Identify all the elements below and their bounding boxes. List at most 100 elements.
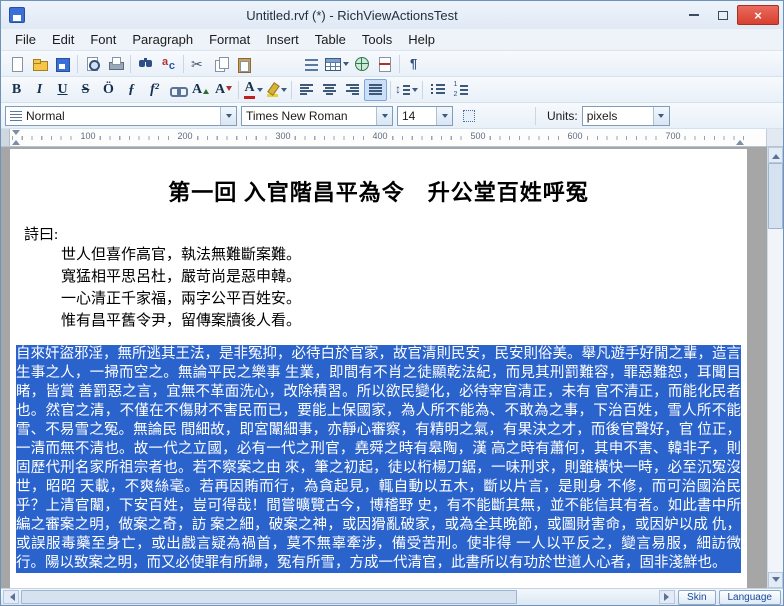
font-size-value: 14 [398,109,436,123]
vertical-scroll-thumb[interactable] [768,163,783,229]
bold-button[interactable]: B [5,79,28,101]
new-document-button[interactable] [5,53,28,75]
right-indent-marker[interactable] [736,140,744,145]
language-button[interactable]: Language [719,590,782,605]
maximize-button[interactable] [708,5,737,25]
vertical-scroll-track[interactable] [768,163,783,572]
diacritics-button[interactable]: Ö [97,79,120,101]
document-viewport[interactable]: 第一回 入官階昌平為令 升公堂百姓呼冤 詩曰: 世人但喜作高官，執法無難斷案難。… [1,147,767,588]
ruler-number: 200 [176,131,193,141]
highlight-icon [266,82,279,97]
first-line-indent-marker[interactable] [12,130,20,135]
insert-horizontal-line-button[interactable] [300,53,323,75]
close-icon: × [754,8,762,23]
open-button[interactable] [28,53,51,75]
insert-table-button[interactable] [323,53,350,75]
left-indent-marker[interactable] [12,140,20,145]
font-name-combo[interactable]: Times New Roman [241,106,393,126]
link-button[interactable] [166,79,189,101]
horizontal-scroll-track[interactable] [21,590,657,604]
scroll-left-button[interactable] [3,590,19,604]
document-area: 第一回 入官階昌平為令 升公堂百姓呼冤 詩曰: 世人但喜作高官，執法無難斷案難。… [1,147,783,588]
units-combo[interactable]: pixels [582,106,670,126]
chevron-down-icon[interactable] [653,107,669,125]
menu-file[interactable]: File [7,30,44,49]
ruler-number: 100 [79,131,96,141]
separator [130,55,131,73]
minimize-icon [689,14,699,16]
formatting-marks-button[interactable] [403,53,426,75]
horizontal-ruler[interactable]: 100 200 300 400 500 600 700 [10,129,766,146]
underline-button[interactable]: U [51,79,74,101]
poem-intro: 詩曰: [24,223,741,244]
font-color-button[interactable]: A [242,79,265,101]
italic-button[interactable]: I [28,79,51,101]
open-folder-icon [31,56,48,72]
ruler-origin-box [1,129,10,146]
strikethrough-button[interactable]: S [74,79,97,101]
subscript-button[interactable]: ƒ [120,79,143,101]
numbering-button[interactable] [449,79,472,101]
shrink-font-button[interactable]: A [212,79,235,101]
separator [77,55,78,73]
save-button[interactable] [51,53,74,75]
ruler-number: 300 [274,131,291,141]
chevron-down-icon[interactable] [436,107,452,125]
find-button[interactable] [134,53,157,75]
scroll-down-button[interactable] [768,572,783,588]
ruler-number: 600 [566,131,583,141]
align-right-button[interactable] [341,79,364,101]
font-size-combo[interactable]: 14 [397,106,453,126]
align-left-button[interactable] [295,79,318,101]
menu-tools[interactable]: Tools [354,30,400,49]
menu-font[interactable]: Font [82,30,124,49]
grow-font-button[interactable]: A [189,79,212,101]
style-settings-button[interactable] [457,105,480,127]
menu-format[interactable]: Format [201,30,258,49]
menu-insert[interactable]: Insert [258,30,307,49]
replace-button[interactable] [157,53,180,75]
chevron-down-icon[interactable] [376,107,392,125]
print-button[interactable] [104,53,127,75]
ruler-number: 500 [469,131,486,141]
scroll-right-button[interactable] [659,590,675,604]
arrow-up-icon [772,150,780,159]
chevron-down-icon [281,88,287,95]
document-page[interactable]: 第一回 入官階昌平為令 升公堂百姓呼冤 詩曰: 世人但喜作高官，執法無難斷案難。… [10,149,747,588]
horizontal-scroll-thumb[interactable] [21,590,517,604]
scroll-up-button[interactable] [768,147,783,163]
selected-paragraph[interactable]: 自來奸盜邪淫，無所逃其王法，是非冤抑，必待白於官家，故官清則民安，民安則俗美。舉… [16,345,741,573]
chevron-down-icon[interactable] [220,107,236,125]
line-spacing-button[interactable] [394,79,419,101]
arrow-right-icon [664,593,673,601]
print-preview-button[interactable] [81,53,104,75]
bullets-button[interactable] [426,79,449,101]
horizontal-line-icon [305,59,318,71]
paste-button[interactable] [233,53,256,75]
menu-paragraph[interactable]: Paragraph [124,30,201,49]
arrow-left-icon [6,593,15,601]
separator [238,81,239,99]
cut-button[interactable] [187,53,210,75]
close-button[interactable]: × [737,5,779,25]
copy-button[interactable] [210,53,233,75]
minimize-button[interactable] [679,5,708,25]
line-spacing-icon [395,84,410,96]
align-center-button[interactable] [318,79,341,101]
skin-button[interactable]: Skin [678,590,715,605]
superscript-button[interactable]: f² [143,79,166,101]
hyperlink-button[interactable] [350,53,373,75]
printer-icon [107,56,124,72]
insert-page-break-button[interactable] [373,53,396,75]
ruler-number: 400 [371,131,388,141]
menu-table[interactable]: Table [307,30,354,49]
menu-edit[interactable]: Edit [44,30,82,49]
vertical-scrollbar[interactable] [767,147,783,588]
font-color-letter: A [244,81,254,95]
paragraph-style-combo[interactable]: Normal [5,106,237,126]
shrink-font-icon: A [215,83,225,97]
pilcrow-icon [406,56,423,72]
highlight-button[interactable] [265,79,288,101]
menu-help[interactable]: Help [400,30,443,49]
justify-button[interactable] [364,79,387,101]
